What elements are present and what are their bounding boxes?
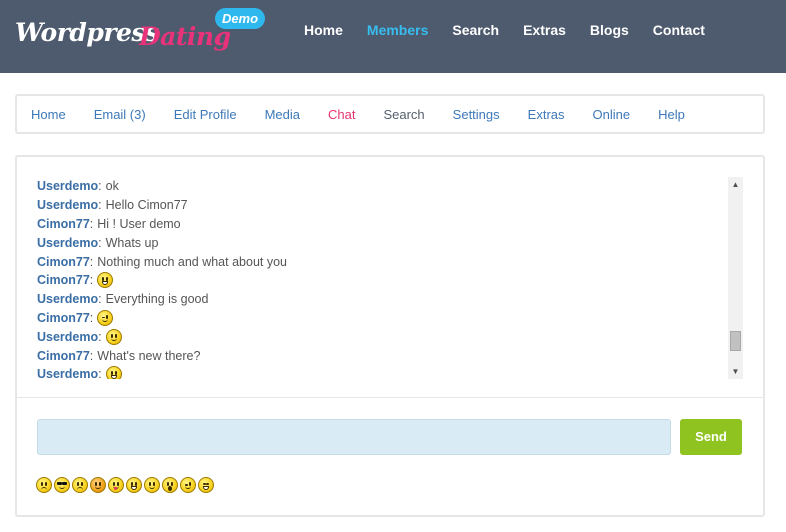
member-nav-extras[interactable]: Extras: [528, 107, 565, 122]
big-grin-smiley-icon: [97, 272, 114, 289]
member-nav-help[interactable]: Help: [658, 107, 685, 122]
chat-message-separator: :: [98, 292, 102, 307]
chat-message-separator: :: [98, 198, 102, 213]
chat-message-separator: :: [89, 273, 94, 288]
chat-message-separator: :: [98, 329, 102, 344]
main-nav: Home Members Search Extras Blogs Contact: [292, 20, 717, 40]
wink-smiley-icon: [97, 309, 114, 326]
laugh-smiley-icon[interactable]: [198, 477, 214, 493]
chat-log[interactable]: Userdemo: ok Userdemo: Hello Cimon77 Cimon77…: [37, 177, 743, 379]
member-nav-settings[interactable]: Settings: [453, 107, 500, 122]
chat-message: Userdemo: ok: [37, 177, 743, 196]
chat-message-input[interactable]: [37, 419, 671, 455]
smile-smiley-icon: [105, 328, 122, 345]
chat-message-text: Whats up: [105, 235, 159, 250]
chat-message-separator: :: [98, 235, 102, 250]
confused-smiley-icon[interactable]: [36, 477, 52, 493]
emoticon-picker: [36, 477, 216, 493]
chat-message-separator: :: [89, 254, 94, 269]
chat-message: Cimon77: What's new there?: [37, 346, 743, 365]
member-nav-search[interactable]: Search: [383, 107, 424, 122]
chat-message-user[interactable]: Cimon77: [37, 255, 90, 269]
chat-message: Userdemo:: [37, 365, 743, 379]
chat-message-user[interactable]: Userdemo: [37, 292, 98, 306]
chat-message-separator: :: [89, 348, 94, 363]
chat-message-separator: :: [89, 310, 94, 325]
chat-message-user[interactable]: Userdemo: [37, 236, 98, 250]
main-nav-home[interactable]: Home: [304, 20, 343, 40]
chat-log-scrollbar[interactable]: ▲ ▼: [728, 177, 743, 379]
member-nav-email[interactable]: Email (3): [94, 107, 146, 122]
chat-message-text: Nothing much and what about you: [97, 254, 287, 269]
chat-message-text: ok: [105, 179, 119, 194]
chat-message-user[interactable]: Cimon77: [37, 349, 90, 363]
chat-message-user[interactable]: Userdemo: [37, 367, 98, 379]
cool-smiley-icon[interactable]: [54, 477, 70, 493]
member-nav-media[interactable]: Media: [265, 107, 300, 122]
chat-message: Userdemo:: [37, 327, 743, 346]
member-nav-home[interactable]: Home: [31, 107, 66, 122]
logo-text-dating: Dating: [139, 22, 231, 51]
chat-panel: Userdemo: ok Userdemo: Hello Cimon77 Cimon77…: [15, 155, 765, 517]
chat-message: Cimon77: Hi ! User demo: [37, 215, 743, 234]
site-header: Wordpress Dating Demo Home Members Searc…: [0, 0, 786, 73]
angry-smiley-icon[interactable]: [90, 477, 106, 493]
chat-message: Cimon77:: [37, 309, 743, 328]
chat-message-user[interactable]: Userdemo: [37, 198, 98, 212]
chat-message: Cimon77: Nothing much and what about you: [37, 252, 743, 271]
chat-message: Userdemo: Hello Cimon77: [37, 196, 743, 215]
main-nav-extras[interactable]: Extras: [523, 20, 566, 40]
member-nav: Home Email (3) Edit Profile Media Chat S…: [15, 94, 765, 134]
chat-message-text: What's new there?: [97, 348, 201, 363]
chat-message-user[interactable]: Userdemo: [37, 330, 98, 344]
member-nav-online[interactable]: Online: [593, 107, 631, 122]
scroll-down-arrow-icon[interactable]: ▼: [728, 364, 743, 379]
tongue-smiley-icon[interactable]: [108, 477, 124, 493]
member-nav-chat[interactable]: Chat: [328, 107, 355, 122]
panel-divider: [17, 397, 763, 398]
member-nav-edit-profile[interactable]: Edit Profile: [174, 107, 237, 122]
main-nav-members[interactable]: Members: [367, 20, 428, 40]
sad-smiley-icon[interactable]: [72, 477, 88, 493]
wink-smiley-icon[interactable]: [180, 477, 196, 493]
main-nav-contact[interactable]: Contact: [653, 20, 705, 40]
main-nav-blogs[interactable]: Blogs: [590, 20, 629, 40]
demo-badge: Demo: [215, 8, 265, 29]
chat-message: Userdemo: Everything is good: [37, 290, 743, 309]
chat-message-text: Everything is good: [105, 292, 209, 307]
big-grin-smiley-icon[interactable]: [126, 477, 142, 493]
send-button[interactable]: Send: [680, 419, 742, 455]
chat-message-user[interactable]: Cimon77: [37, 217, 90, 231]
chat-message-user[interactable]: Cimon77: [37, 311, 90, 325]
chat-message: Userdemo: Whats up: [37, 233, 743, 252]
chat-message-separator: :: [89, 216, 94, 231]
chat-message-user[interactable]: Userdemo: [37, 179, 98, 193]
chat-message-separator: :: [98, 367, 102, 379]
main-nav-search[interactable]: Search: [452, 20, 499, 40]
scrollbar-thumb[interactable]: [730, 331, 741, 351]
big-grin-smiley-icon: [105, 366, 122, 379]
chat-message: Cimon77:: [37, 271, 743, 290]
chat-message-separator: :: [98, 179, 102, 194]
chat-message-text: Hi ! User demo: [97, 216, 181, 231]
scroll-up-arrow-icon[interactable]: ▲: [728, 177, 743, 192]
logo-text-wordpress: Wordpress: [15, 18, 159, 47]
smile-smiley-icon[interactable]: [144, 477, 160, 493]
chat-message-text: Hello Cimon77: [105, 198, 188, 213]
chat-message-user[interactable]: Cimon77: [37, 273, 90, 287]
surprised-smiley-icon[interactable]: [162, 477, 178, 493]
